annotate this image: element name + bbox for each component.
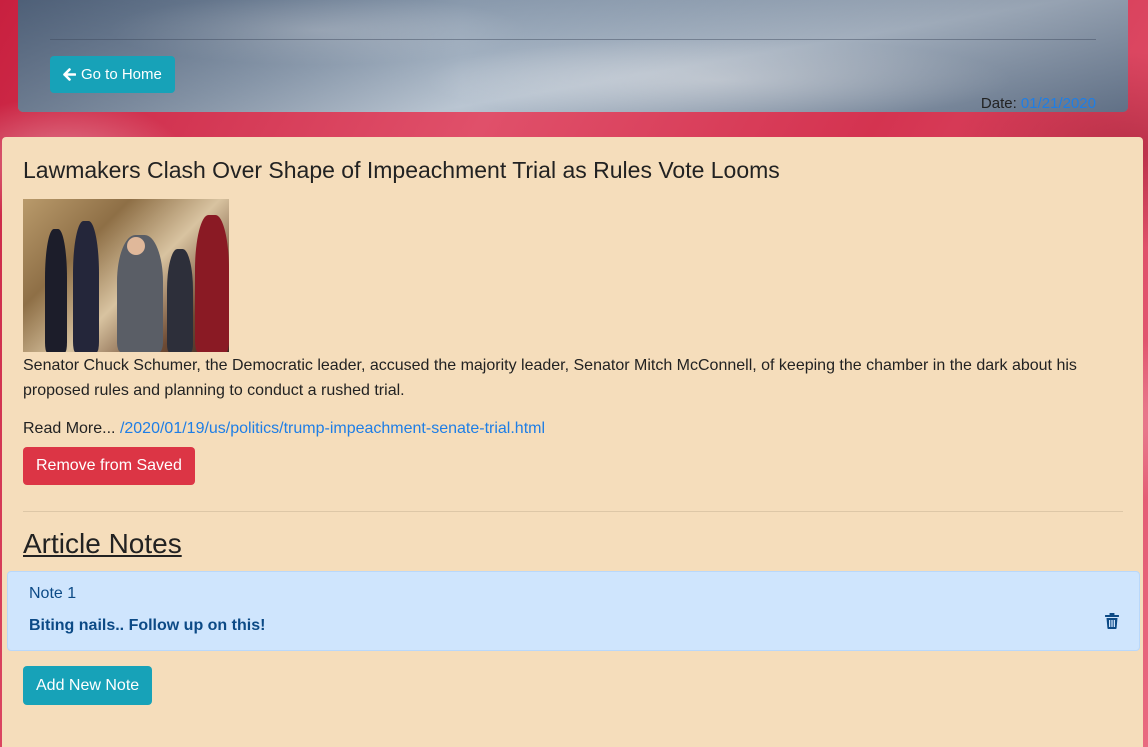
banner-shade bbox=[18, 0, 1128, 112]
article-notes-heading: Article Notes bbox=[23, 528, 182, 559]
article-summary: Senator Chuck Schumer, the Democratic le… bbox=[23, 357, 1077, 399]
arrow-left-icon bbox=[63, 68, 76, 81]
date-value: 01/21/2020 bbox=[1020, 95, 1096, 112]
banner-divider bbox=[50, 39, 1096, 40]
note-item: Note 1 Biting nails.. Follow up on this! bbox=[7, 571, 1140, 651]
article-title: Lawmakers Clash Over Shape of Impeachmen… bbox=[23, 157, 780, 183]
read-more-line: Read More... /2020/01/19/us/politics/tru… bbox=[23, 420, 545, 438]
remove-from-saved-button[interactable]: Remove from Saved bbox=[23, 447, 195, 485]
article-date: Date: 01/21/2020 bbox=[981, 95, 1096, 112]
note-title: Note 1 bbox=[29, 585, 77, 602]
add-new-note-button[interactable]: Add New Note bbox=[23, 666, 153, 705]
go-to-home-label: Go to Home bbox=[81, 66, 162, 83]
trash-icon[interactable] bbox=[1105, 613, 1119, 629]
go-to-home-button[interactable]: Go to Home bbox=[50, 56, 175, 93]
header-banner: Go to Home Date: 01/21/2020 bbox=[18, 0, 1128, 112]
date-label: Date: bbox=[980, 95, 1017, 112]
note-body: Biting nails.. Follow up on this! bbox=[29, 617, 266, 634]
article-card: Lawmakers Clash Over Shape of Impeachmen… bbox=[2, 137, 1143, 747]
read-more-label: Read More... bbox=[23, 420, 116, 437]
section-divider bbox=[23, 511, 1123, 512]
article-thumbnail bbox=[23, 199, 229, 352]
article-link[interactable]: /2020/01/19/us/politics/trump-impeachmen… bbox=[120, 420, 545, 437]
